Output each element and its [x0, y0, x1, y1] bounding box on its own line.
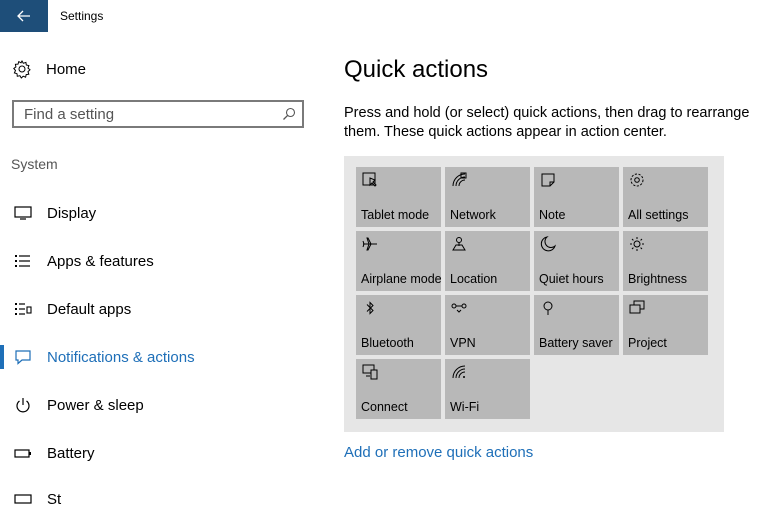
quick-action-vpn[interactable]: VPN	[445, 295, 530, 355]
quick-action-tablet-mode[interactable]: Tablet mode	[356, 167, 441, 227]
search-icon[interactable]	[282, 107, 296, 121]
sidebar-item-label: Default apps	[47, 300, 132, 318]
list-icon	[15, 255, 30, 267]
moon-icon	[540, 236, 556, 252]
storage-icon	[14, 494, 32, 504]
battery-icon	[14, 449, 31, 458]
quick-action-bluetooth[interactable]: Bluetooth	[356, 295, 441, 355]
sidebar-item-apps-features[interactable]: Apps & features	[0, 246, 320, 276]
tile-label: Connect	[361, 400, 408, 414]
sidebar-item-power-sleep[interactable]: Power & sleep	[0, 390, 320, 420]
gear-icon	[630, 173, 644, 187]
quick-actions-grid: Tablet mode Network Note All settings Ai…	[344, 156, 724, 432]
tile-label: Location	[450, 272, 498, 286]
back-button[interactable]	[0, 0, 48, 32]
quick-action-wi-fi[interactable]: Wi-Fi	[445, 359, 530, 419]
tile-label: Wi-Fi	[450, 400, 480, 414]
quick-action-brightness[interactable]: Brightness	[623, 231, 708, 291]
tile-label: Brightness	[628, 272, 688, 286]
sun-icon	[630, 237, 644, 251]
quick-action-network[interactable]: Network	[445, 167, 530, 227]
network-icon	[452, 172, 467, 187]
home-label: Home	[46, 60, 87, 78]
quick-action-all-settings[interactable]: All settings	[623, 167, 708, 227]
sidebar-item-label: Apps & features	[47, 252, 154, 270]
tablet-mode-icon	[362, 172, 377, 187]
sidebar-item-label: St	[47, 490, 62, 508]
page-description: Press and hold (or select) quick actions…	[344, 105, 750, 140]
add-remove-quick-actions-link[interactable]: Add or remove quick actions	[344, 444, 533, 461]
connect-icon	[362, 364, 378, 380]
battery-saver-icon	[543, 301, 553, 315]
location-icon	[452, 237, 466, 251]
search-input[interactable]	[24, 102, 274, 126]
tile-label: All settings	[628, 208, 689, 222]
note-icon	[541, 173, 555, 187]
sidebar-item-notifications-actions[interactable]: Notifications & actions	[0, 342, 320, 372]
quick-action-project[interactable]: Project	[623, 295, 708, 355]
title-bar: Settings	[0, 0, 772, 32]
notification-icon	[15, 350, 31, 365]
section-label-system: System	[11, 156, 58, 172]
sidebar-item-label: Display	[47, 204, 97, 222]
quick-action-battery-saver[interactable]: Battery saver	[534, 295, 619, 355]
sidebar-item-display[interactable]: Display	[0, 198, 320, 228]
sidebar-item-label: Notifications & actions	[47, 348, 195, 366]
display-icon	[14, 206, 32, 220]
quick-action-quiet-hours[interactable]: Quiet hours	[534, 231, 619, 291]
tile-label: Airplane mode	[361, 272, 442, 286]
sidebar-item-default-apps[interactable]: Default apps	[0, 294, 320, 324]
home-nav-item[interactable]: Home	[12, 56, 86, 82]
quick-action-location[interactable]: Location	[445, 231, 530, 291]
default-apps-icon	[15, 303, 32, 315]
back-arrow-icon	[17, 10, 30, 22]
power-icon	[16, 398, 30, 413]
tile-label: Battery saver	[539, 336, 613, 350]
tile-label: Note	[539, 208, 566, 222]
search-box[interactable]	[12, 100, 304, 128]
project-icon	[629, 300, 645, 314]
sidebar-item-label: Power & sleep	[47, 396, 144, 414]
tile-label: Quiet hours	[539, 272, 604, 286]
sidebar-item-battery[interactable]: Battery	[0, 438, 320, 468]
tile-label: Bluetooth	[361, 336, 414, 350]
quick-action-airplane-mode[interactable]: Airplane mode	[356, 231, 442, 291]
airplane-icon	[362, 237, 377, 251]
tile-label: Project	[628, 336, 667, 350]
quick-action-note[interactable]: Note	[534, 167, 619, 227]
wifi-icon	[452, 365, 466, 379]
page-title: Quick actions	[344, 56, 489, 83]
gear-icon	[13, 59, 31, 79]
tile-label: Tablet mode	[361, 208, 430, 222]
vpn-icon	[451, 303, 467, 313]
tile-label: Network	[450, 208, 496, 222]
tile-label: VPN	[450, 336, 476, 350]
quick-action-connect[interactable]: Connect	[356, 359, 441, 419]
bluetooth-icon	[366, 301, 374, 315]
window-title: Settings	[60, 9, 104, 23]
sidebar-item-storage[interactable]: St	[0, 484, 320, 514]
active-indicator	[0, 345, 4, 369]
sidebar-item-label: Battery	[47, 444, 95, 462]
